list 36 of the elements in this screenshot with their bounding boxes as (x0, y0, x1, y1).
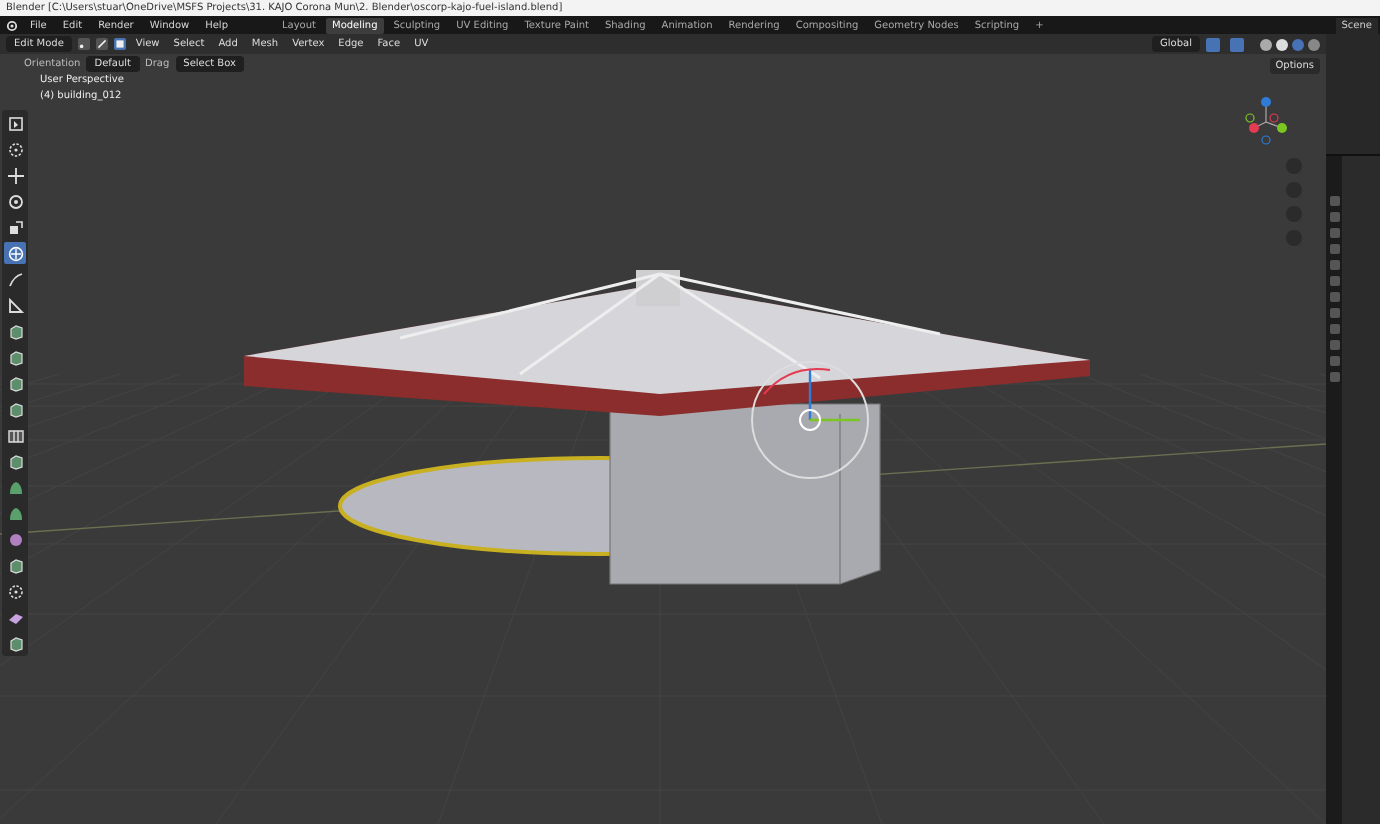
select-tool-icon (5, 113, 25, 133)
tool-button[interactable] (4, 346, 26, 368)
measure-tool-icon (5, 295, 25, 315)
tool-button[interactable] (4, 190, 26, 212)
viewport-shading-icons[interactable] (1206, 37, 1326, 51)
annotate-tool-icon (5, 269, 25, 289)
tool-button[interactable] (4, 632, 26, 654)
tool-button[interactable] (4, 112, 26, 134)
tool-button[interactable] (4, 268, 26, 290)
rotate-tool-icon (5, 191, 25, 211)
tool-button[interactable] (4, 398, 26, 420)
tool-button[interactable] (4, 320, 26, 342)
tool-button[interactable] (4, 528, 26, 550)
cursor-tool-icon (5, 581, 25, 601)
app-logo-icon[interactable] (6, 19, 18, 31)
move-tool-icon (5, 165, 25, 185)
tool-button[interactable] (4, 554, 26, 576)
scale-tool-icon (5, 217, 25, 237)
cursor-tool-icon (5, 139, 25, 159)
axis-gizmo-drawing[interactable] (1242, 94, 1290, 146)
face-select-button[interactable] (113, 38, 126, 50)
cube-tool-icon (5, 555, 25, 575)
tool-button[interactable] (4, 580, 26, 602)
transform-tool-icon (5, 243, 25, 263)
tool-button[interactable] (4, 216, 26, 238)
tool-button[interactable] (4, 450, 26, 472)
tool-button[interactable] (4, 372, 26, 394)
vertex-select-button[interactable] (77, 38, 90, 50)
sphere-tool-icon (5, 529, 25, 549)
cube-tool-icon (5, 633, 25, 653)
cube-tool-icon (5, 451, 25, 471)
tool-button[interactable] (4, 164, 26, 186)
tool-button[interactable] (4, 294, 26, 316)
edge-select-button[interactable] (95, 38, 108, 50)
transform-gizmo-drawing (751, 361, 869, 479)
tool-button[interactable] (4, 138, 26, 160)
